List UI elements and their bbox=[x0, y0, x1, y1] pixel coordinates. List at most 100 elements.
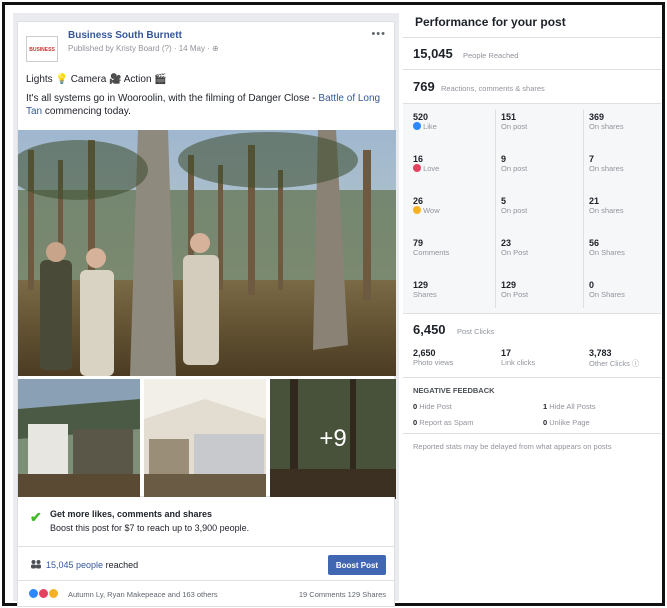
wow-total: 26 Wow bbox=[413, 196, 440, 215]
photo-thumbnails: +9 bbox=[18, 379, 396, 499]
report-spam-count: 0 bbox=[413, 418, 418, 427]
boost-title: Get more likes, comments and shares bbox=[50, 509, 213, 519]
like-on-post-label: On post bbox=[501, 122, 528, 131]
people-reached-label: People Reached bbox=[463, 51, 519, 60]
thumbnail-3[interactable]: +9 bbox=[270, 379, 396, 499]
divider bbox=[583, 110, 584, 308]
thumbnail-2[interactable] bbox=[144, 379, 266, 499]
performance-panel: Performance for your post 15,045 People … bbox=[403, 11, 661, 603]
forest-photo bbox=[18, 130, 396, 376]
shares-count: 129 bbox=[413, 280, 429, 290]
post-text-line2: It's all systems go in Wooroolin, with t… bbox=[26, 92, 386, 118]
wow-icon bbox=[413, 206, 421, 214]
love-on-post-label: On post bbox=[501, 164, 528, 173]
more-photos-count[interactable]: +9 bbox=[270, 379, 396, 499]
reach-row: 15,045 people reached Boost Post bbox=[17, 547, 395, 581]
post-panel: BUSINESS Business South Burnett Publishe… bbox=[13, 13, 399, 607]
stats-delay-note: Reported stats may be delayed from what … bbox=[413, 442, 612, 451]
reached-suffix: reached bbox=[105, 560, 139, 570]
like-label: Like bbox=[413, 122, 437, 131]
reactions-label: Reactions, comments & shares bbox=[441, 84, 545, 93]
unlike-page-stat: 0 Unlike Page bbox=[543, 418, 590, 427]
boost-promo: ✔ Get more likes, comments and shares Bo… bbox=[17, 497, 395, 547]
love-on-post-count: 9 bbox=[501, 154, 507, 164]
hide-post-label: Hide Post bbox=[419, 402, 452, 411]
people-reached-count: 15,045 bbox=[413, 46, 453, 61]
wow-icon bbox=[48, 588, 59, 599]
like-on-post: 151 On post bbox=[501, 112, 527, 131]
hide-all-label: Hide All Posts bbox=[549, 402, 596, 411]
other-clicks: 3,783 Other Clicks ⓘ bbox=[589, 348, 639, 369]
shares-on-shares-count: 0 bbox=[589, 280, 595, 290]
divider bbox=[495, 110, 496, 308]
comments-on-post-label: On Post bbox=[501, 248, 529, 257]
page-name-link[interactable]: Business South Burnett bbox=[68, 30, 182, 41]
post-text-main: It's all systems go in Wooroolin, with t… bbox=[26, 93, 319, 104]
comments-on-shares: 56 On Shares bbox=[589, 238, 625, 257]
report-spam-stat: 0 Report as Spam bbox=[413, 418, 473, 427]
other-clicks-label: Other Clicks ⓘ bbox=[589, 359, 640, 368]
shares-on-post-label: On Post bbox=[501, 290, 529, 299]
love-on-post: 9 On post bbox=[501, 154, 527, 173]
comments-shares-count[interactable]: 19 Comments 129 Shares bbox=[299, 590, 386, 599]
reached-count-link[interactable]: 15,045 people bbox=[46, 560, 103, 570]
main-photo[interactable] bbox=[18, 130, 396, 376]
shares-label: Shares bbox=[413, 290, 437, 299]
like-on-post-count: 151 bbox=[501, 112, 517, 122]
unlike-page-label: Unlike Page bbox=[549, 418, 590, 427]
hide-post-count: 0 bbox=[413, 402, 418, 411]
like-on-shares: 369 On shares bbox=[589, 112, 624, 131]
like-on-shares-label: On shares bbox=[589, 122, 624, 131]
shares-on-post: 129 On Post bbox=[501, 280, 528, 299]
hide-all-posts-stat: 1 Hide All Posts bbox=[543, 402, 596, 411]
like-on-shares-count: 369 bbox=[589, 112, 605, 122]
hide-post-stat: 0 Hide Post bbox=[413, 402, 452, 411]
unlike-page-count: 0 bbox=[543, 418, 548, 427]
shares-on-shares: 0 On Shares bbox=[589, 280, 625, 299]
people-reached-section: 15,045 People Reached bbox=[403, 37, 661, 69]
page-logo[interactable]: BUSINESS bbox=[26, 36, 58, 62]
comments-on-shares-count: 56 bbox=[589, 238, 600, 248]
thumbnail-1[interactable] bbox=[18, 379, 140, 499]
post-text-line1: Lights 💡 Camera 🎥 Action 🎬 bbox=[26, 74, 167, 85]
reactor-names[interactable]: Autumn Ly, Ryan Makepeace and 163 others bbox=[68, 590, 218, 599]
screenshot-frame: BUSINESS Business South Burnett Publishe… bbox=[2, 2, 665, 607]
love-on-shares-count: 7 bbox=[589, 154, 595, 164]
wow-on-post: 5 On post bbox=[501, 196, 527, 215]
wow-on-post-label: On post bbox=[501, 206, 528, 215]
more-options-icon[interactable]: ••• bbox=[371, 28, 386, 40]
post-header: BUSINESS Business South Burnett Publishe… bbox=[18, 22, 394, 122]
performance-title: Performance for your post bbox=[415, 15, 566, 29]
people-icon bbox=[30, 559, 42, 571]
negative-feedback-title: NEGATIVE FEEDBACK bbox=[413, 386, 495, 395]
post-clicks-count: 6,450 bbox=[413, 322, 446, 337]
link-clicks-label: Link clicks bbox=[501, 358, 536, 367]
boost-subtitle: Boost this post for $7 to reach up to 3,… bbox=[50, 523, 250, 533]
like-count: 520 bbox=[413, 112, 429, 122]
link-clicks: 17 Link clicks bbox=[501, 348, 535, 367]
love-on-shares-label: On shares bbox=[589, 164, 624, 173]
comments-on-shares-label: On Shares bbox=[589, 248, 625, 257]
post-clicks-label: Post Clicks bbox=[457, 327, 495, 336]
wow-on-post-count: 5 bbox=[501, 196, 507, 206]
photo-views-count: 2,650 bbox=[413, 348, 436, 358]
comments-count: 79 bbox=[413, 238, 424, 248]
boost-post-button[interactable]: Boost Post bbox=[328, 555, 386, 575]
post-text-end: commencing today. bbox=[42, 106, 131, 117]
love-count: 16 bbox=[413, 154, 424, 164]
reaction-icons[interactable] bbox=[28, 588, 59, 599]
wow-on-shares-count: 21 bbox=[589, 196, 600, 206]
like-total: 520 Like bbox=[413, 112, 437, 131]
photo-views: 2,650 Photo views bbox=[413, 348, 453, 367]
love-label: Love bbox=[413, 164, 439, 173]
thumbnail-2-image bbox=[144, 379, 266, 499]
shares-total: 129 Shares bbox=[413, 280, 437, 299]
comments-label: Comments bbox=[413, 248, 450, 257]
love-on-shares: 7 On shares bbox=[589, 154, 624, 173]
note-section: Reported stats may be delayed from what … bbox=[403, 433, 661, 453]
shares-on-post-count: 129 bbox=[501, 280, 517, 290]
wow-label: Wow bbox=[413, 206, 440, 215]
like-label-text: Like bbox=[423, 122, 437, 131]
reactions-section: 769 Reactions, comments & shares bbox=[403, 69, 661, 103]
reactions-row: Autumn Ly, Ryan Makepeace and 163 others… bbox=[17, 581, 395, 607]
